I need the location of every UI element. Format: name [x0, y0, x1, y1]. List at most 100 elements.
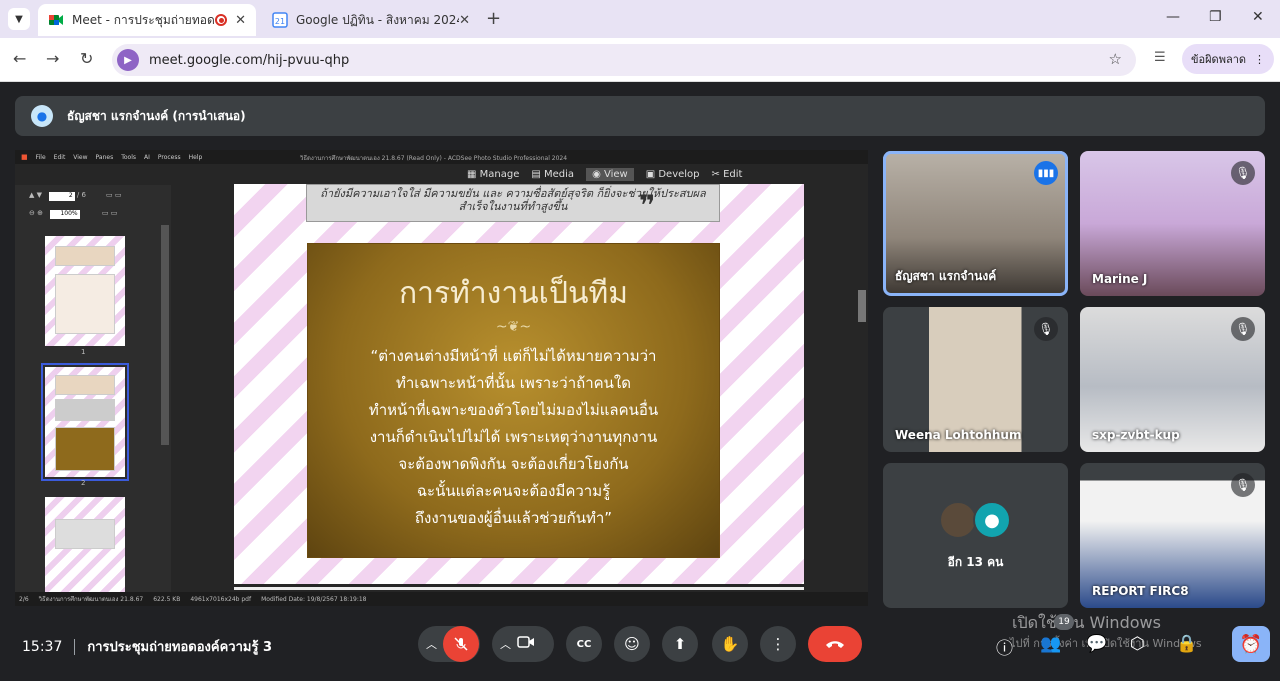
tab-title: Meet - การประชุมถ่ายทอดองค์ — [72, 12, 215, 27]
slide-body: “ต่างคนต่างมีหน้าที่ แต่ก็ไม่ได้หมายความ… — [308, 343, 719, 532]
recording-icon — [215, 14, 228, 26]
participant-tile[interactable]: 🎙 Weena Lohtohhum — [883, 307, 1068, 452]
flourish-icon: ~❦~ — [495, 319, 532, 335]
mic-off-icon: 🎙 — [1231, 161, 1255, 185]
browser-tab-bar: ▼ Meet - การประชุมถ่ายทอดองค์ ✕ 21 Googl… — [0, 0, 1280, 38]
others-tile[interactable]: ● อีก 13 คน — [883, 463, 1068, 608]
camera-icon[interactable] — [517, 635, 535, 653]
window-close-icon[interactable]: ✕ — [1252, 9, 1264, 25]
restore-icon[interactable]: ❐ — [1209, 9, 1222, 25]
tab-calendar[interactable]: 21 Google ปฏิทิน - สิงหาคม 2024 ✕ — [262, 4, 480, 36]
address-bar: ← → ↻ ▶ meet.google.com/hij-pvuu-qhp ☆ — [0, 38, 1280, 82]
reload-icon[interactable]: ↻ — [80, 49, 93, 68]
participant-name: ธัญสชา แรกจำนงค์ — [895, 269, 997, 283]
status-dimensions: 4961x7016x24b pdf — [190, 595, 252, 603]
more-icon[interactable]: ⋮ — [760, 626, 796, 662]
mic-off-icon: 🎙 — [1231, 317, 1255, 341]
avatar — [939, 501, 977, 539]
info-icon[interactable]: ⓘ — [996, 634, 1013, 659]
participant-tile[interactable]: 🎙 sxp-zvbt-kup — [1080, 307, 1265, 452]
participant-name: Weena Lohtohhum — [895, 428, 1022, 442]
participant-tile[interactable]: 🎙 Marine J — [1080, 151, 1265, 296]
presenter-bar: ● ธัญสชา แรกจำนงค์ (การนำเสนอ) — [15, 96, 1265, 136]
status-page: 2/6 — [19, 595, 29, 603]
windows-activation-text: เปิดใช้งาน Windows — [1012, 613, 1161, 632]
participant-name: sxp-zvbt-kup — [1092, 428, 1180, 442]
page-number-field: 2 — [48, 192, 75, 201]
mic-off-icon[interactable] — [443, 626, 479, 662]
mode-view: ◉ View — [586, 167, 634, 181]
slide-main-panel: การทำงานเป็นทีม ~❦~ “ต่างคนต่างมีหน้าที่… — [307, 243, 720, 558]
mode-edit: ✂ Edit — [711, 168, 743, 180]
page-thumbnail — [45, 497, 125, 592]
menu-panes: Panes — [95, 153, 114, 161]
page-total: / 6 — [76, 191, 86, 199]
people-icon[interactable]: 👥 — [1040, 634, 1061, 654]
person-icon: ● — [973, 501, 1011, 539]
status-filename: วิธีดงานการศึกษาพัฒนาตนเอง 21.8.67 — [38, 596, 144, 603]
menu-file: File — [35, 153, 46, 161]
divider — [74, 638, 76, 655]
tab-settings-icon[interactable]: ☰ — [1154, 50, 1166, 65]
tab-search-button[interactable]: ▼ — [8, 8, 30, 30]
tab-meet[interactable]: Meet - การประชุมถ่ายทอดองค์ ✕ — [38, 4, 256, 36]
quote-mark-icon: ❞ — [639, 189, 656, 222]
chat-icon[interactable]: 💬 — [1086, 634, 1107, 654]
bookmark-star-icon[interactable]: ☆ — [1109, 50, 1122, 68]
chevron-up-icon[interactable]: ︿ — [500, 636, 511, 652]
status-modified: Modified Date: 19/8/2567 18:19:18 — [261, 595, 367, 603]
svg-text:21: 21 — [275, 17, 285, 26]
mode-develop: ▣ Develop — [645, 168, 700, 180]
next-page-edge — [234, 587, 804, 590]
meeting-info: 15:37 การประชุมถ่ายทอดองค์ความรู้ 3 — [22, 636, 272, 657]
menu-view: View — [73, 153, 88, 161]
back-icon[interactable]: ← — [13, 49, 26, 68]
zoom-field: 100% — [49, 210, 80, 219]
meeting-title: การประชุมถ่ายทอดองค์ความรู้ 3 — [87, 640, 272, 655]
raise-hand-icon[interactable]: ✋ — [712, 626, 748, 662]
kebab-menu-icon[interactable]: ⋮ — [1254, 53, 1265, 66]
calendar-favicon-icon: 21 — [272, 12, 288, 28]
participant-name: REPORT FIRC8 — [1092, 584, 1189, 598]
thumbnail-content — [55, 427, 115, 471]
emoji-icon[interactable]: ☺ — [614, 626, 650, 662]
minimize-icon[interactable]: — — [1166, 9, 1180, 25]
slide-line: จะต้องพาดพิงกัน จะต้องเกี่ยวโยงกัน — [398, 455, 629, 473]
url-field[interactable]: ▶ meet.google.com/hij-pvuu-qhp ☆ — [112, 44, 1136, 76]
thumbnail-content — [55, 375, 115, 395]
menu-edit: Edit — [53, 153, 66, 161]
chevron-up-icon[interactable]: ︿ — [426, 636, 437, 652]
host-controls-icon[interactable]: 🔒 — [1176, 634, 1197, 654]
thumbnail-number: 2 — [81, 479, 86, 487]
camera-control[interactable]: ︿ — [492, 626, 554, 662]
forward-icon[interactable]: → — [46, 49, 59, 68]
close-icon[interactable]: ✕ — [459, 13, 470, 28]
page-thumbnail — [45, 236, 125, 346]
slide-page: ถ้ายังมีความเอาใจใส่ มีความขยัน และ ความ… — [234, 184, 804, 584]
site-info-icon[interactable]: ▶ — [117, 49, 139, 71]
end-call-icon[interactable] — [808, 626, 862, 662]
participant-tile[interactable]: 🎙 REPORT FIRC8 — [1080, 463, 1265, 608]
mode-manage: ▦ Manage — [467, 168, 520, 180]
present-icon[interactable]: ⬆ — [662, 626, 698, 662]
activities-icon[interactable]: ⬡ — [1130, 634, 1145, 654]
slide-line: ทำหน้าที่เฉพาะของตัวโดยไม่มองไม่แลคนอื่น — [368, 401, 659, 419]
participant-tile[interactable]: ▮▮▮ ธัญสชา แรกจำนงค์ — [883, 151, 1068, 296]
thumbnail-number: 1 — [81, 348, 86, 356]
others-count: อีก 13 คน — [947, 555, 1004, 569]
url-text: meet.google.com/hij-pvuu-qhp — [149, 52, 350, 68]
captions-icon[interactable]: CC — [566, 626, 602, 662]
status-size: 622.5 KB — [153, 595, 181, 603]
viewer-scrollbar — [858, 290, 866, 322]
acdsee-mode-toolbar: ▦ Manage ▤ Media ◉ View ▣ Develop ✂ Edit — [467, 165, 742, 183]
close-icon[interactable]: ✕ — [235, 13, 246, 28]
mic-off-icon: 🎙 — [1034, 317, 1058, 341]
page-controls: ▲ ▼ 2 / 6 ▭ ▭ ⊖ ⊕ 100% ▭ ▭ — [29, 191, 122, 219]
mic-control[interactable]: ︿ — [418, 626, 480, 662]
thumbnail-panel: ▲ ▼ 2 / 6 ▭ ▭ ⊖ ⊕ 100% ▭ ▭ 1 2 — [15, 185, 171, 595]
thumbnail-scrollbar — [161, 225, 169, 445]
profile-error-button[interactable]: ข้อผิดพลาด ⋮ — [1182, 44, 1274, 74]
timer-icon[interactable]: ⏰ — [1232, 626, 1270, 662]
thumbnail-content — [55, 274, 115, 334]
new-tab-icon[interactable]: + — [486, 8, 501, 29]
